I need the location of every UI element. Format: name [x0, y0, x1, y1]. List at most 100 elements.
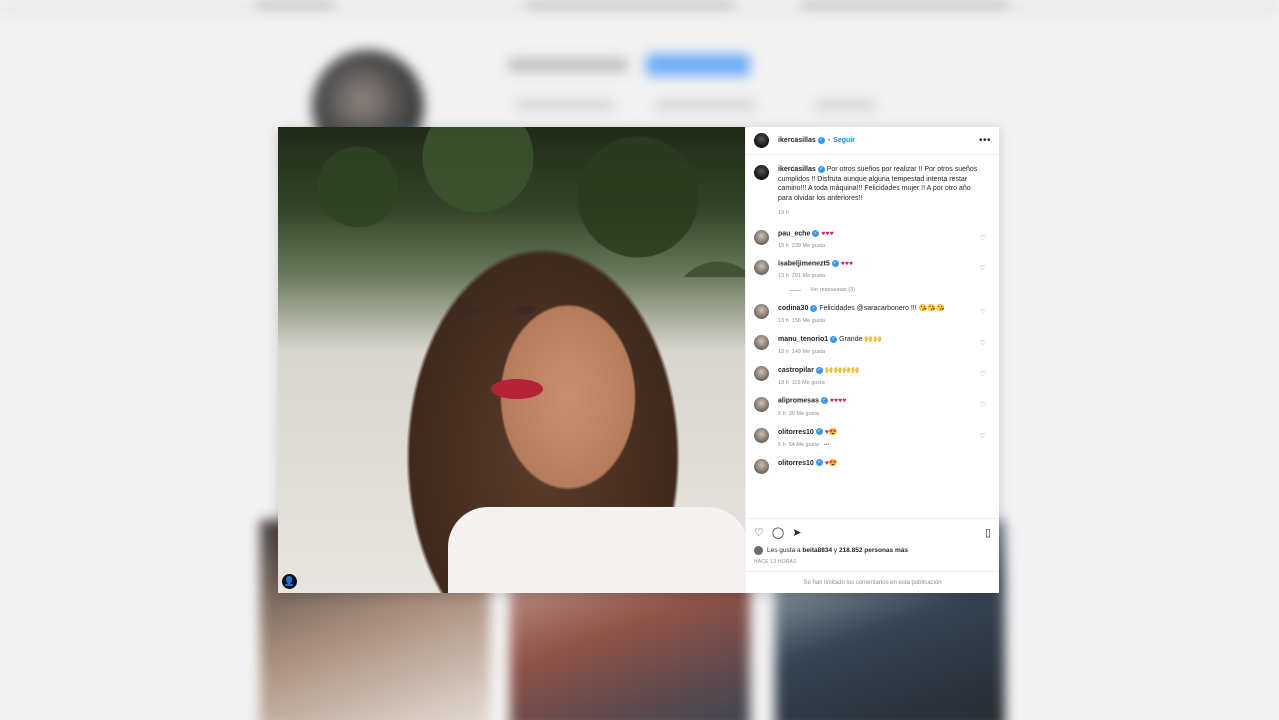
- comment-likes[interactable]: 39 Me gusta: [789, 411, 819, 417]
- comment-text: ♥♥♥: [821, 229, 834, 237]
- heart-icon[interactable]: ♡: [754, 526, 764, 539]
- comment-username[interactable]: pau_eche: [778, 230, 810, 237]
- comment-item: pau_eche ✓ ♥♥♥ 13 h 239 Me gusta ♡: [754, 229, 991, 249]
- photo-jacket: [448, 507, 745, 593]
- commenter-avatar[interactable]: [754, 229, 769, 245]
- comment-username[interactable]: manu_tenorio1: [778, 336, 828, 343]
- comment-time: 6 h: [778, 410, 786, 417]
- likes-count[interactable]: 218.852 personas más: [839, 547, 908, 554]
- likes-prefix: Les gusta a: [767, 547, 801, 554]
- comment-username[interactable]: alipromesas: [778, 398, 819, 405]
- share-icon[interactable]: ➤: [792, 526, 801, 539]
- comment-likes[interactable]: 54 Me gusta: [789, 442, 819, 448]
- photo-eye-right: [514, 305, 536, 314]
- action-bar: ♡ ◯ ➤ ▯: [754, 525, 991, 539]
- comment-like-heart-icon[interactable]: ♡: [980, 264, 986, 272]
- post-modal: 👤 ikercasillas ✓ • Seguir ••• ikercasill…: [278, 127, 999, 593]
- comment-time: 13 h: [778, 273, 789, 280]
- follow-button[interactable]: Seguir: [833, 137, 855, 144]
- likes-user[interactable]: beita8834: [802, 547, 832, 554]
- comment-like-heart-icon[interactable]: ♡: [980, 401, 986, 409]
- comment-text: ♥😍: [824, 428, 838, 436]
- comment-time: 13 h: [778, 380, 789, 387]
- post-header: ikercasillas ✓ • Seguir •••: [746, 127, 999, 155]
- comment-text: ♥♥♥♥: [829, 397, 847, 405]
- comment-like-heart-icon[interactable]: ♡: [980, 370, 986, 378]
- photo-lips: [491, 379, 543, 399]
- comment-more-icon[interactable]: •••: [824, 442, 830, 448]
- post-actions: ♡ ◯ ➤ ▯ Les gusta a beita8834 y 218.852 …: [746, 518, 999, 565]
- user-tag-icon[interactable]: 👤: [282, 574, 297, 589]
- commenter-avatar[interactable]: [754, 335, 769, 351]
- comment-text: ♥😍: [824, 459, 838, 467]
- comment-text: 🙌🙌🙌🙌: [824, 367, 860, 375]
- commenter-avatar[interactable]: [754, 304, 769, 320]
- more-options-icon[interactable]: •••: [979, 135, 991, 146]
- liker-avatar: [754, 546, 763, 555]
- commenter-avatar[interactable]: [754, 397, 769, 413]
- comment-item: castropilar ✓ 🙌🙌🙌🙌 13 h 119 Me gusta ♡: [754, 366, 991, 386]
- verified-icon: ✓: [815, 366, 823, 374]
- comment-like-heart-icon[interactable]: ♡: [980, 308, 986, 316]
- verified-icon: ✓: [812, 229, 820, 237]
- comment-username[interactable]: castropilar: [778, 367, 814, 374]
- comment-item: manu_tenorio1 ✓ Grande 🙌🙌 13 h 149 Me gus…: [754, 335, 991, 355]
- comment-username[interactable]: olitorres10: [778, 429, 814, 436]
- header-separator: •: [827, 137, 831, 144]
- comment-likes[interactable]: 119 Me gusta: [792, 380, 825, 386]
- commenter-avatar[interactable]: [754, 366, 769, 382]
- caption-avatar[interactable]: [754, 165, 769, 180]
- comment-like-heart-icon[interactable]: ♡: [980, 339, 986, 347]
- comment-likes[interactable]: 156 Me gusta: [792, 318, 825, 324]
- comment-time: 13 h: [778, 318, 789, 325]
- author-avatar[interactable]: [754, 133, 769, 148]
- verified-icon: ✓: [810, 304, 818, 312]
- comment-like-heart-icon[interactable]: ♡: [980, 432, 986, 440]
- likes-summary: Les gusta a beita8834 y 218.852 personas…: [754, 546, 991, 555]
- comment-time: 13 h: [778, 242, 789, 249]
- comment-like-heart-icon[interactable]: ♡: [980, 234, 986, 242]
- photo-foliage: [278, 127, 745, 277]
- bookmark-icon[interactable]: ▯: [985, 526, 991, 539]
- commenter-avatar[interactable]: [754, 427, 769, 443]
- author-username[interactable]: ikercasillas: [778, 137, 816, 144]
- verified-icon: ✓: [830, 335, 838, 343]
- commenter-avatar[interactable]: [754, 458, 769, 474]
- post-time-ago: HACE 13 HORAS: [754, 559, 797, 565]
- verified-icon: ✓: [817, 165, 825, 173]
- comment-text: Felicidades @saracarbonero !!! 😘😘😘: [819, 305, 945, 313]
- post-caption: ikercasillas ✓ Por otros sueños por reali…: [754, 165, 991, 219]
- comment-text: ♥♥♥: [840, 260, 854, 268]
- view-replies-label[interactable]: Ver respuestas (3): [810, 287, 855, 293]
- comment-item: olitorres10 ✓ ♥😍: [754, 458, 991, 474]
- verified-icon: ✓: [831, 259, 839, 267]
- comment-item: olitorres10 ✓ ♥😍 5 h 54 Me gusta ••• ♡: [754, 427, 991, 448]
- post-photo[interactable]: 👤: [278, 127, 745, 593]
- commenter-avatar[interactable]: [754, 259, 769, 275]
- verified-icon: ✓: [815, 428, 823, 436]
- comment-time: 5 h: [778, 441, 786, 448]
- verified-icon: ✓: [820, 397, 828, 405]
- comments-list[interactable]: ikercasillas ✓ Por otros sueños por reali…: [746, 155, 999, 518]
- comment-item: isabeljimenezt5 ✓ ♥♥♥ 13 h 291 Me gusta ♡: [754, 259, 991, 280]
- likes-middle: y: [833, 547, 838, 554]
- comment-item: alipromesas ✓ ♥♥♥♥ 6 h 39 Me gusta ♡: [754, 397, 991, 417]
- comment-username[interactable]: codina30: [778, 305, 808, 312]
- comment-item: codina30 ✓ Felicidades @saracarbonero !!!…: [754, 304, 991, 324]
- caption-username[interactable]: ikercasillas: [778, 166, 816, 173]
- comment-icon[interactable]: ◯: [772, 526, 784, 539]
- comment-likes[interactable]: 291 Me gusta: [792, 273, 825, 279]
- comment-time: 13 h: [778, 349, 789, 356]
- comments-limited-notice: Se han limitado los comentarios en esta …: [746, 571, 999, 593]
- verified-icon: ✓: [817, 137, 825, 144]
- comment-likes[interactable]: 149 Me gusta: [792, 349, 825, 355]
- comment-likes[interactable]: 239 Me gusta: [792, 243, 825, 249]
- verified-icon: ✓: [815, 459, 823, 467]
- comment-username[interactable]: isabeljimenezt5: [778, 260, 830, 267]
- post-sidebar: ikercasillas ✓ • Seguir ••• ikercasillas…: [745, 127, 999, 593]
- comment-username[interactable]: olitorres10: [778, 460, 814, 467]
- caption-time: 13 h: [778, 210, 789, 216]
- photo-eye-left: [458, 305, 480, 314]
- comment-text: Grande 🙌🙌: [839, 336, 882, 344]
- view-replies-button[interactable]: Ver respuestas (3): [789, 287, 991, 293]
